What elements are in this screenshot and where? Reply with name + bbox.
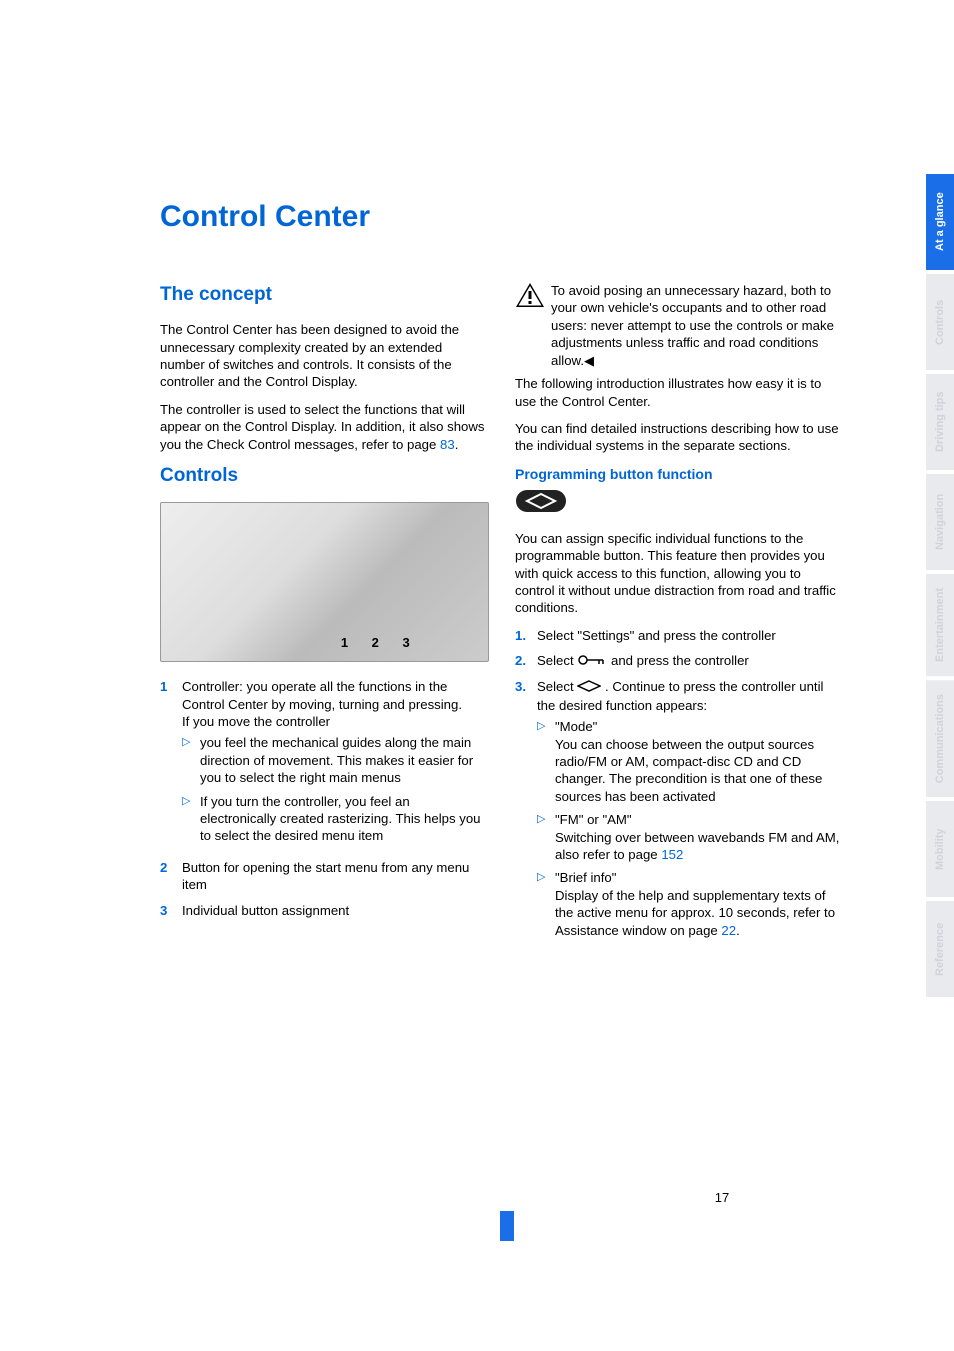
page-number: 17 (225, 1190, 729, 1205)
legend-item-1: 1 Controller: you operate all the functi… (160, 678, 489, 851)
right-column: To avoid posing an unnecessary hazard, b… (515, 282, 844, 953)
heading-concept: The concept (160, 282, 489, 307)
page-ref-22[interactable]: 22 (721, 923, 736, 938)
legend-item-2: 2 Button for opening the start menu from… (160, 859, 489, 894)
controls-legend-list: 1 Controller: you operate all the functi… (160, 678, 489, 919)
page-footer: 17 (0, 1189, 954, 1241)
end-mark-icon: ◀ (584, 353, 594, 368)
legend-item-3: 3 Individual button assignment (160, 902, 489, 919)
figure-callouts: 1 2 3 (341, 634, 420, 651)
concept-para-1: The Control Center has been designed to … (160, 321, 489, 391)
page-marker-bar (500, 1211, 514, 1241)
concept-para-2: The controller is used to select the fun… (160, 401, 489, 453)
step-2: 2. Select and press the controller (515, 652, 844, 670)
triangle-bullet-icon: ▷ (537, 811, 555, 863)
intro-para-2: You can find detailed instructions descr… (515, 420, 844, 455)
left-column: The concept The Control Center has been … (160, 282, 489, 953)
diamond-outline-icon (577, 679, 601, 696)
tab-controls[interactable]: Controls (926, 270, 954, 370)
step-1: 1. Select "Settings" and press the contr… (515, 627, 844, 644)
warning-icon (515, 282, 545, 308)
key-settings-icon (577, 653, 607, 670)
programming-para: You can assign specific individual funct… (515, 530, 844, 617)
tab-driving-tips[interactable]: Driving tips (926, 370, 954, 470)
step-3: 3. Select . Continue to press the contro… (515, 678, 844, 945)
diamond-button-icon (515, 489, 844, 517)
tab-reference[interactable]: Reference (926, 897, 954, 997)
tab-navigation[interactable]: Navigation (926, 470, 954, 570)
option-fm-am: ▷ "FM" or "AM"Switching over between wav… (537, 811, 844, 863)
heading-programming: Programming button function (515, 465, 844, 483)
controller-figure: 1 2 3 (160, 502, 489, 662)
intro-para-1: The following introduction illustrates h… (515, 375, 844, 410)
tab-communications[interactable]: Communications (926, 676, 954, 797)
heading-controls: Controls (160, 463, 489, 488)
triangle-bullet-icon: ▷ (182, 793, 200, 845)
option-mode: ▷ "Mode"You can choose between the outpu… (537, 718, 844, 805)
programming-steps: 1. Select "Settings" and press the contr… (515, 627, 844, 945)
tab-mobility[interactable]: Mobility (926, 797, 954, 897)
page-ref-83[interactable]: 83 (440, 437, 455, 452)
section-tabs: At a glance Controls Driving tips Naviga… (926, 170, 954, 997)
page-title: Control Center (160, 200, 844, 234)
tab-entertainment[interactable]: Entertainment (926, 570, 954, 676)
page-ref-152[interactable]: 152 (661, 847, 683, 862)
option-brief-info: ▷ "Brief info"Display of the help and su… (537, 869, 844, 939)
tab-at-a-glance[interactable]: At a glance (926, 170, 954, 270)
triangle-bullet-icon: ▷ (182, 734, 200, 786)
triangle-bullet-icon: ▷ (537, 869, 555, 939)
triangle-bullet-icon: ▷ (537, 718, 555, 805)
